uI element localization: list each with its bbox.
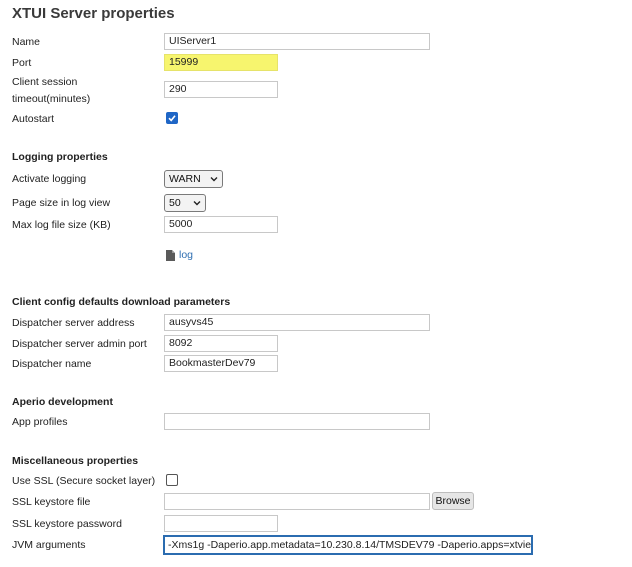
name-input[interactable]: UIServer1 <box>164 33 430 50</box>
log-link-label: log <box>179 249 194 261</box>
activate-logging-select[interactable]: WARN <box>164 170 223 188</box>
app-profiles-label: App profiles <box>12 416 68 428</box>
timeout-input[interactable]: 290 <box>164 81 278 98</box>
use-ssl-checkbox[interactable] <box>166 474 178 486</box>
timeout-label-line1: Client session <box>12 76 78 88</box>
max-log-size-input[interactable]: 5000 <box>164 216 278 233</box>
dispatcher-name-input[interactable]: BookmasterDev79 <box>164 355 278 372</box>
dispatcher-address-label: Dispatcher server address <box>12 317 135 329</box>
max-log-size-label: Max log file size (KB) <box>12 219 111 231</box>
jvm-arguments-label: JVM arguments <box>12 539 86 551</box>
document-icon <box>166 249 175 261</box>
client-config-heading: Client config defaults download paramete… <box>12 296 231 308</box>
timeout-label-line2: timeout(minutes) <box>12 93 91 105</box>
autostart-checkbox[interactable] <box>166 112 178 124</box>
port-label: Port <box>12 57 32 69</box>
keystore-password-label: SSL keystore password <box>12 518 122 530</box>
aperio-heading: Aperio development <box>12 396 113 408</box>
misc-heading: Miscellaneous properties <box>12 455 139 467</box>
page-size-label: Page size in log view <box>12 197 111 209</box>
page-size-value: 50 <box>169 197 181 209</box>
keystore-file-input[interactable] <box>164 493 430 510</box>
jvm-arguments-input[interactable]: -Xms1g -Daperio.app.metadata=10.230.8.14… <box>163 535 533 555</box>
logging-heading: Logging properties <box>12 151 108 163</box>
page-size-select[interactable]: 50 <box>164 194 206 212</box>
name-label: Name <box>12 36 41 48</box>
chevron-down-icon <box>210 177 218 182</box>
keystore-file-label: SSL keystore file <box>12 496 91 508</box>
keystore-password-input[interactable] <box>164 515 278 532</box>
page-title: XTUI Server properties <box>12 5 175 22</box>
activate-logging-value: WARN <box>169 173 201 185</box>
dispatcher-port-label: Dispatcher server admin port <box>12 338 147 350</box>
browse-button[interactable]: Browse <box>432 492 474 510</box>
dispatcher-port-input[interactable]: 8092 <box>164 335 278 352</box>
log-link[interactable]: log <box>166 249 193 261</box>
app-profiles-input[interactable] <box>164 413 430 430</box>
checkmark-icon <box>168 115 176 122</box>
activate-logging-label: Activate logging <box>12 173 87 185</box>
chevron-down-icon <box>193 201 201 206</box>
autostart-label: Autostart <box>12 113 55 125</box>
dispatcher-name-label: Dispatcher name <box>12 358 92 370</box>
dispatcher-address-input[interactable]: ausyvs45 <box>164 314 430 331</box>
use-ssl-label: Use SSL (Secure socket layer) <box>12 475 156 487</box>
port-input[interactable]: 15999 <box>164 54 278 71</box>
